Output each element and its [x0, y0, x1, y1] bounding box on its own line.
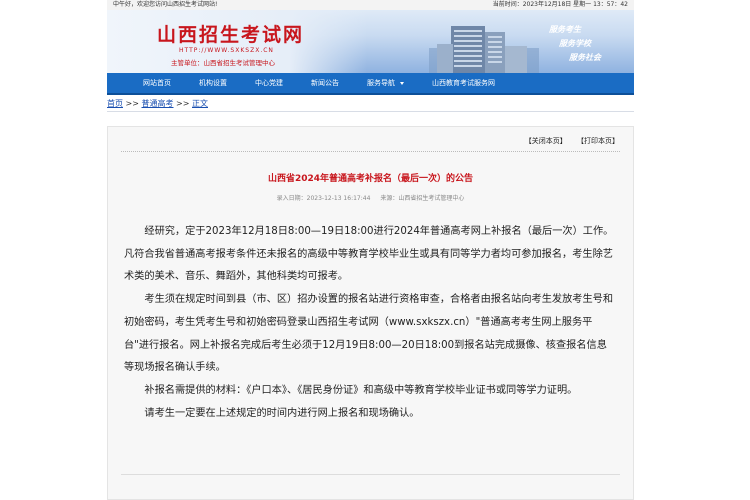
- welcome-text: 中午好，欢迎您访问山西招生考试网站!: [113, 1, 218, 8]
- close-page-link[interactable]: 【关闭本页】: [525, 137, 567, 145]
- breadcrumb-section[interactable]: 普通高考: [142, 99, 174, 108]
- site-banner: 山西招生考试网 HTTP://WWW.SXKSZX.CN 主管单位：山西省招生考…: [107, 10, 634, 73]
- breadcrumb-separator: >>: [125, 99, 139, 108]
- article-meta: 录入日期：2023-12-13 16:17:44 来源：山西省招生考试管理中心: [108, 193, 633, 202]
- nav-item-service-nav[interactable]: 服务导航: [367, 78, 404, 88]
- top-info-bar: 中午好，欢迎您访问山西招生考试网站! 当前时间：2023年12月18日 星期一 …: [107, 0, 634, 10]
- nav-item-party[interactable]: 中心党建: [255, 78, 283, 88]
- paragraph: 经研究，定于2023年12月18日8:00—19日18:00进行2024年普通高…: [124, 226, 614, 283]
- chevron-down-icon: [400, 81, 404, 85]
- print-page-link[interactable]: 【打印本页】: [577, 137, 619, 145]
- divider: [121, 474, 620, 475]
- article-body: 经研究，定于2023年12月18日8:00—19日18:00进行2024年普通高…: [124, 221, 616, 425]
- site-title[interactable]: 山西招生考试网: [157, 20, 304, 47]
- nav-item-news[interactable]: 新闻公告: [311, 78, 339, 88]
- breadcrumb-current[interactable]: 正文: [192, 99, 208, 108]
- article-source: 来源：山西省招生考试管理中心: [380, 195, 465, 202]
- nav-item-service-nav-label: 服务导航: [367, 79, 395, 87]
- site-url: HTTP://WWW.SXKSZX.CN: [179, 47, 274, 54]
- paragraph: 考生须在规定时间到县（市、区）招办设置的报名站进行资格审查，合格者由报名站向考生…: [124, 294, 614, 374]
- article-panel: 【关闭本页】 【打印本页】 山西省2024年普通高考补报名（最后一次）的公告 录…: [107, 126, 634, 500]
- divider: [121, 151, 620, 152]
- article-tools: 【关闭本页】 【打印本页】: [517, 136, 619, 146]
- nav-item-exam-service[interactable]: 山西教育考试服务网: [432, 78, 495, 88]
- main-nav: 网站首页 机构设置 中心党建 新闻公告 服务导航 山西教育考试服务网: [107, 73, 634, 95]
- breadcrumb-home[interactable]: 首页: [107, 99, 123, 108]
- slogan-2: 服务学校: [559, 39, 591, 48]
- article-date: 录入日期：2023-12-13 16:17:44: [276, 195, 371, 202]
- slogan-1: 服务考生: [549, 25, 581, 34]
- breadcrumb: 首页 >> 普通高考 >> 正文: [107, 97, 634, 112]
- slogans: 服务考生 服务学校 服务社会: [549, 23, 601, 65]
- slogan-3: 服务社会: [569, 53, 601, 62]
- page-container: 中午好，欢迎您访问山西招生考试网站! 当前时间：2023年12月18日 星期一 …: [107, 0, 634, 500]
- sponsor-text: 主管单位：山西省招生考试管理中心: [171, 59, 275, 67]
- paragraph: 请考生一定要在上述规定的时间内进行网上报名和现场确认。: [144, 407, 420, 419]
- paragraph: 补报名需提供的材料：《户口本》、《居民身份证》和高级中等教育学校毕业证书或同等学…: [144, 384, 578, 396]
- nav-item-home[interactable]: 网站首页: [143, 78, 171, 88]
- article-title: 山西省2024年普通高考补报名（最后一次）的公告: [267, 174, 474, 184]
- nav-item-organization[interactable]: 机构设置: [199, 78, 227, 88]
- breadcrumb-separator: >>: [176, 99, 190, 108]
- current-time: 当前时间：2023年12月18日 星期一 13：57：42: [492, 1, 628, 8]
- building-illustration: [429, 26, 539, 73]
